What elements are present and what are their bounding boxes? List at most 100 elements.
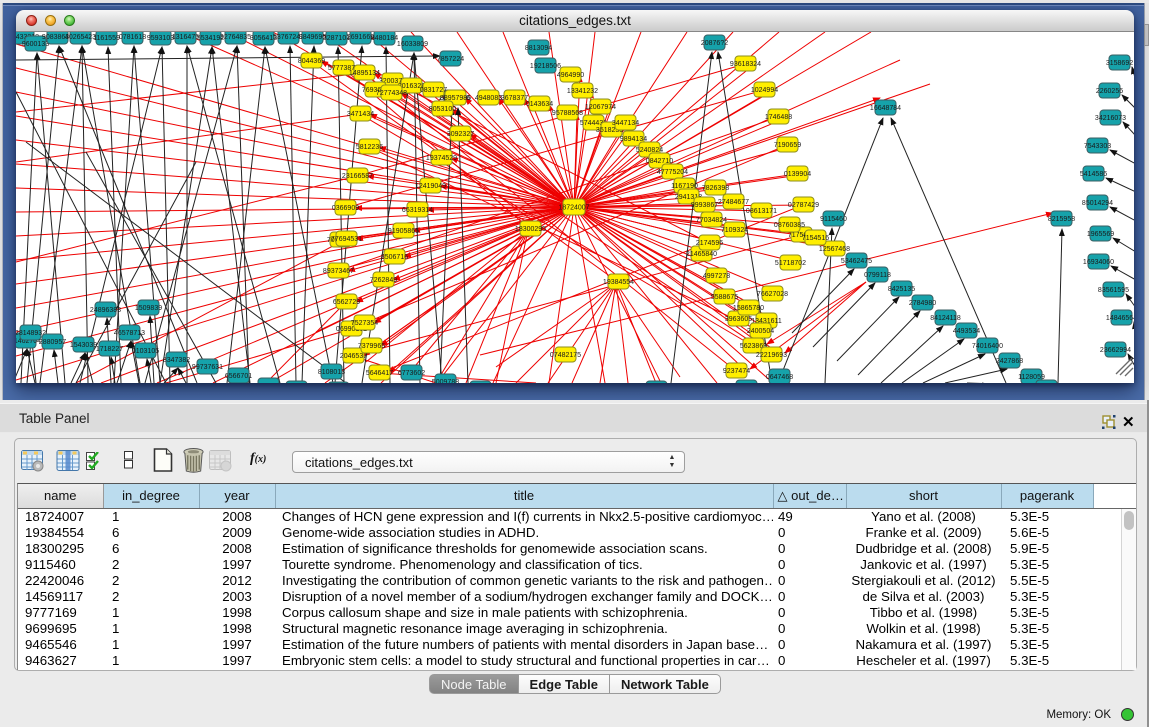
svg-text:8215958: 8215958 [1048, 216, 1075, 223]
svg-text:02787429: 02787429 [788, 202, 819, 209]
svg-text:27484677: 27484677 [718, 199, 749, 206]
svg-text:3471434: 3471434 [347, 111, 374, 118]
svg-text:16648784: 16648784 [870, 105, 901, 112]
svg-text:8108013: 8108013 [318, 369, 345, 376]
svg-text:51718702: 51718702 [775, 260, 806, 267]
svg-text:95788568: 95788568 [552, 110, 583, 117]
svg-text:6562729: 6562729 [333, 299, 360, 306]
svg-text:3678377: 3678377 [501, 95, 528, 102]
svg-text:85014294: 85014294 [1082, 200, 1113, 207]
svg-text:93618324: 93618324 [730, 61, 761, 68]
svg-text:7154516: 7154516 [802, 235, 829, 242]
svg-text:5588675: 5588675 [711, 294, 738, 301]
svg-text:4964990: 4964990 [557, 72, 584, 79]
svg-text:24896383: 24896383 [90, 307, 121, 314]
svg-text:3092327: 3092327 [447, 131, 474, 138]
svg-text:12567468: 12567468 [819, 246, 850, 253]
svg-text:6566701: 6566701 [225, 373, 252, 380]
svg-text:8480184: 8480184 [371, 35, 398, 42]
svg-text:3158692: 3158692 [1106, 60, 1133, 67]
svg-text:5812236: 5812236 [356, 144, 383, 151]
svg-text:2174596: 2174596 [696, 240, 723, 247]
svg-text:9993867: 9993867 [691, 202, 718, 209]
svg-text:9115460: 9115460 [820, 216, 847, 223]
svg-text:08613171: 08613171 [746, 208, 777, 215]
svg-text:34216073: 34216073 [1095, 115, 1126, 122]
svg-text:6773602: 6773602 [398, 370, 425, 377]
svg-text:74016400: 74016400 [972, 343, 1003, 350]
svg-text:3447134: 3447134 [612, 120, 639, 127]
svg-text:12067974: 12067974 [585, 104, 616, 111]
svg-text:18300295: 18300295 [515, 226, 546, 233]
svg-text:2880957: 2880957 [39, 339, 66, 346]
svg-text:1024994: 1024994 [751, 87, 778, 94]
svg-text:46578713: 46578713 [114, 330, 145, 337]
svg-text:91905865: 91905865 [388, 228, 419, 235]
svg-text:53462475: 53462475 [841, 258, 872, 265]
svg-text:0366909: 0366909 [332, 205, 359, 212]
svg-text:8053100: 8053100 [429, 106, 456, 113]
svg-text:0103105: 0103105 [132, 348, 159, 355]
svg-text:15865780: 15865780 [733, 305, 764, 312]
svg-text:19374529: 19374529 [426, 155, 457, 162]
svg-text:22219693: 22219693 [756, 352, 787, 359]
svg-text:8425135: 8425135 [888, 286, 915, 293]
svg-text:7190659: 7190659 [774, 142, 801, 149]
svg-text:1161559: 1161559 [93, 35, 120, 42]
svg-text:2400504: 2400504 [747, 328, 774, 335]
svg-text:13341232: 13341232 [567, 88, 598, 95]
svg-text:16934060: 16934060 [1083, 259, 1114, 266]
svg-text:0647468: 0647468 [766, 374, 793, 381]
svg-text:4997278: 4997278 [703, 273, 730, 280]
svg-text:23662994: 23662994 [1100, 347, 1131, 354]
svg-text:1316475: 1316475 [172, 34, 199, 41]
svg-text:18724007: 18724007 [558, 205, 589, 212]
svg-text:19384554: 19384554 [603, 279, 634, 286]
svg-text:7527354: 7527354 [351, 320, 378, 327]
svg-text:08760385: 08760385 [774, 222, 805, 229]
svg-text:4948083: 4948083 [475, 95, 502, 102]
svg-text:7262849: 7262849 [370, 277, 397, 284]
svg-text:7826398: 7826398 [702, 185, 729, 192]
svg-text:16033809: 16033809 [397, 41, 428, 48]
svg-text:7857224: 7857224 [437, 56, 464, 63]
svg-text:72774348: 72774348 [376, 90, 407, 97]
svg-text:07482175: 07482175 [550, 352, 581, 359]
svg-text:0831727: 0831727 [420, 87, 447, 94]
svg-text:7109324: 7109324 [721, 227, 748, 234]
svg-text:0799118: 0799118 [864, 272, 891, 279]
svg-text:4493534: 4493534 [953, 328, 980, 335]
svg-text:9600133: 9600133 [22, 41, 49, 48]
svg-text:8347382: 8347382 [163, 357, 190, 364]
svg-text:8044369: 8044369 [298, 58, 325, 65]
svg-text:14846564: 14846564 [1106, 315, 1134, 322]
svg-text:89373467: 89373467 [323, 268, 354, 275]
svg-text:21465840: 21465840 [686, 251, 717, 258]
svg-text:77694531: 77694531 [331, 236, 362, 243]
svg-text:2260256: 2260256 [1096, 88, 1123, 95]
svg-text:1746488: 1746488 [765, 114, 792, 121]
svg-text:7379965: 7379965 [358, 343, 385, 350]
svg-text:1965569: 1965569 [1087, 231, 1114, 238]
svg-text:23166587: 23166587 [342, 173, 373, 180]
svg-text:5009788: 5009788 [432, 379, 459, 383]
svg-text:84124118: 84124118 [930, 315, 961, 322]
svg-text:40265423: 40265423 [65, 34, 96, 41]
svg-text:1718227: 1718227 [96, 346, 123, 353]
svg-text:14895134: 14895134 [349, 70, 380, 77]
svg-text:1509839: 1509839 [135, 305, 162, 312]
svg-text:47775204: 47775204 [657, 169, 688, 176]
svg-text:0139904: 0139904 [784, 171, 811, 178]
svg-text:76627028: 76627028 [757, 291, 788, 298]
svg-text:77034824: 77034824 [696, 217, 727, 224]
svg-text:12419049: 12419049 [415, 183, 446, 190]
svg-text:32764835: 32764835 [220, 34, 251, 41]
svg-text:0781618: 0781618 [119, 34, 146, 41]
svg-text:19218506: 19218506 [530, 63, 561, 70]
svg-text:28148932: 28148932 [16, 330, 46, 337]
svg-text:99737631: 99737631 [192, 364, 223, 371]
svg-text:9237474: 9237474 [723, 368, 750, 375]
svg-text:3963605: 3963605 [725, 316, 752, 323]
svg-text:9593103: 9593103 [147, 35, 174, 42]
svg-text:20876?2: 20876?2 [701, 40, 728, 47]
